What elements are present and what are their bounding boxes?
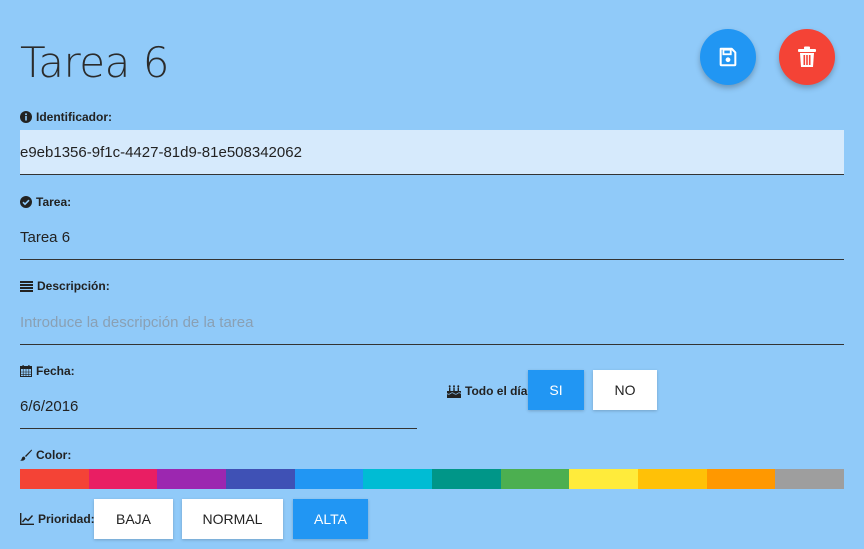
color-palette [20, 469, 845, 489]
calendar-icon [20, 365, 32, 377]
color-swatch[interactable] [706, 469, 776, 489]
all-day-label: Todo el día: [447, 384, 531, 398]
color-swatch[interactable] [569, 469, 639, 489]
page-title: Tarea 6 [20, 38, 169, 87]
color-swatch[interactable] [88, 469, 158, 489]
color-swatch[interactable] [363, 469, 433, 489]
color-label: Color: [20, 448, 71, 462]
info-icon [20, 111, 32, 123]
color-swatch[interactable] [432, 469, 501, 489]
color-swatch[interactable] [20, 469, 89, 489]
all-day-yes-button[interactable]: SI [528, 370, 584, 410]
id-field[interactable] [20, 130, 844, 175]
color-swatch[interactable] [775, 469, 845, 489]
task-label: Tarea: [20, 195, 71, 209]
color-swatch[interactable] [638, 469, 707, 489]
description-label: Descripción: [20, 279, 110, 293]
birthday-cake-icon [447, 384, 461, 398]
save-icon [719, 47, 737, 67]
color-swatch[interactable] [500, 469, 570, 489]
description-input[interactable] [20, 313, 844, 331]
priority-normal-button[interactable]: NORMAL [182, 499, 283, 539]
paint-brush-icon [20, 449, 32, 461]
date-input[interactable] [20, 397, 417, 415]
date-field[interactable] [20, 384, 417, 429]
check-circle-icon [20, 196, 32, 208]
trash-icon [798, 46, 816, 67]
task-input[interactable] [20, 228, 844, 246]
line-chart-icon [20, 513, 34, 525]
delete-button[interactable] [779, 29, 835, 85]
id-input[interactable] [20, 143, 844, 161]
all-day-no-button[interactable]: NO [593, 370, 657, 410]
list-icon [20, 280, 33, 292]
save-button[interactable] [700, 29, 756, 85]
date-label: Fecha: [20, 364, 75, 378]
id-label: Identificador: [20, 110, 112, 124]
priority-high-button[interactable]: ALTA [293, 499, 368, 539]
priority-label: Prioridad: [20, 512, 95, 526]
task-field[interactable] [20, 215, 844, 260]
color-swatch[interactable] [157, 469, 227, 489]
color-swatch[interactable] [226, 469, 295, 489]
priority-low-button[interactable]: BAJA [94, 499, 173, 539]
color-swatch[interactable] [294, 469, 364, 489]
description-field[interactable] [20, 300, 844, 345]
